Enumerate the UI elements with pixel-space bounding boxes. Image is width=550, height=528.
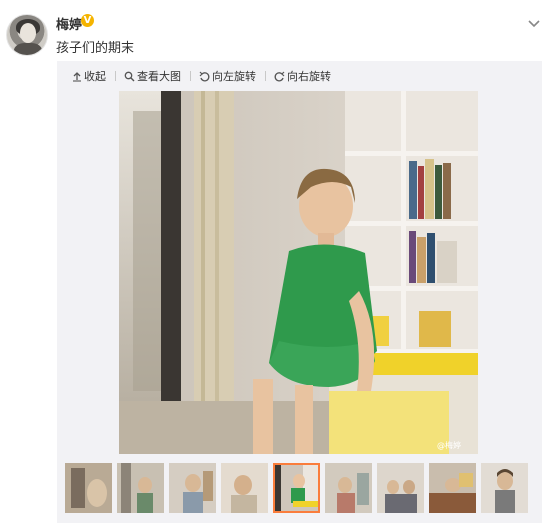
username[interactable]: 梅婷	[56, 14, 82, 33]
main-photo[interactable]: @梅婷	[119, 91, 478, 454]
thumbnail-selected[interactable]	[273, 463, 320, 513]
rotate-left-button[interactable]: 向左旋转	[199, 68, 256, 84]
toolbar-divider	[265, 71, 266, 81]
magnifier-icon	[124, 71, 135, 81]
chevron-down-icon[interactable]	[526, 18, 542, 30]
image-toolbar: 收起 查看大图 向左旋转 向右旋转	[72, 67, 340, 85]
toolbar-divider	[190, 71, 191, 81]
rotate-right-label: 向右旋转	[287, 70, 331, 83]
thumbnail-strip	[65, 463, 535, 513]
thumbnail[interactable]	[221, 463, 268, 513]
view-large-label: 查看大图	[137, 70, 181, 83]
verified-badge-icon: V	[81, 14, 94, 27]
rotate-right-icon	[274, 71, 285, 81]
thumbnail[interactable]	[169, 463, 216, 513]
photo-illustration: @梅婷	[119, 91, 478, 454]
thumbnail[interactable]	[65, 463, 112, 513]
collapse-label: 收起	[84, 70, 106, 83]
avatar[interactable]	[6, 14, 48, 56]
rotate-left-icon	[199, 71, 210, 81]
thumbnail[interactable]	[481, 463, 528, 513]
thumbnail[interactable]	[377, 463, 424, 513]
toolbar-divider	[115, 71, 116, 81]
rotate-right-button[interactable]: 向右旋转	[274, 68, 331, 84]
collapse-icon	[73, 71, 81, 82]
thumbnail[interactable]	[117, 463, 164, 513]
post-text: 孩子们的期末	[56, 41, 135, 56]
collapse-button[interactable]: 收起	[72, 68, 106, 84]
thumbnail[interactable]	[429, 463, 476, 513]
thumbnail[interactable]	[325, 463, 372, 513]
view-large-button[interactable]: 查看大图	[124, 68, 181, 84]
photo-watermark: @梅婷	[437, 440, 461, 450]
rotate-left-label: 向左旋转	[212, 70, 256, 83]
